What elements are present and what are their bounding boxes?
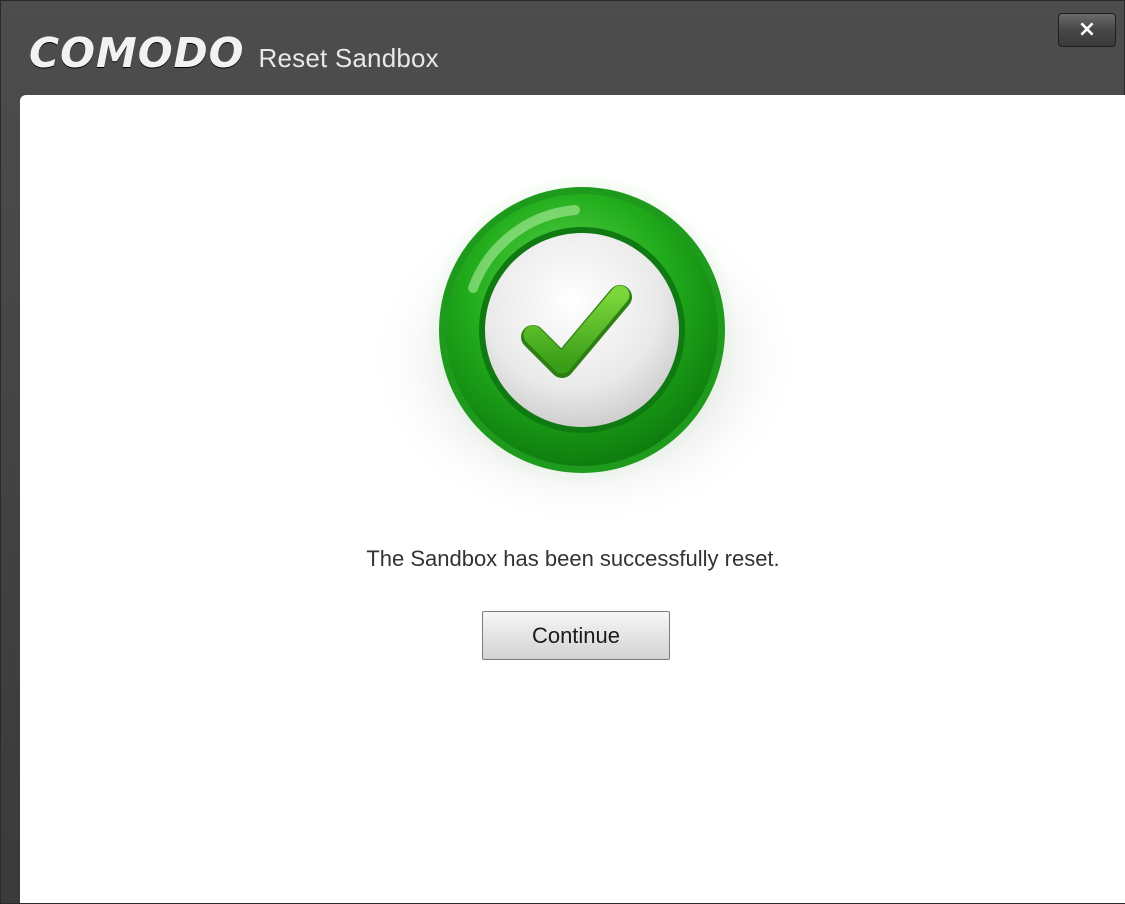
window-header: COMODO Reset Sandbox xyxy=(29,29,439,77)
success-check-icon xyxy=(367,177,803,529)
continue-button[interactable]: Continue xyxy=(482,611,670,660)
window-title: Reset Sandbox xyxy=(258,43,439,73)
title-bar: COMODO Reset Sandbox xyxy=(1,13,1125,95)
dialog-content: The Sandbox has been successfully reset.… xyxy=(20,95,1125,903)
reset-sandbox-window: COMODO Reset Sandbox × The Sandbox has b… xyxy=(0,0,1125,904)
close-button[interactable]: × xyxy=(1058,13,1116,47)
status-message: The Sandbox has been successfully reset. xyxy=(366,546,780,571)
comodo-logo: COMODO xyxy=(29,29,245,77)
